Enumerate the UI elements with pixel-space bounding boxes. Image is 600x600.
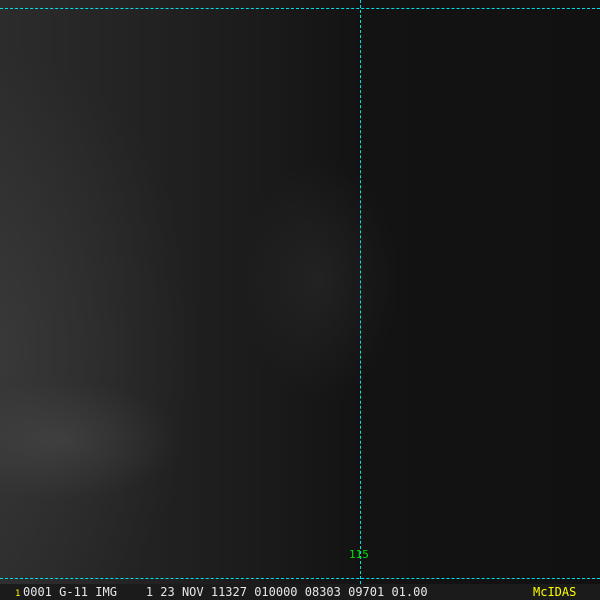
image-info: 0001 G-11 IMG 1 23 NOV 11327 010000 0830… — [23, 585, 428, 599]
status-bar: 1 0001 G-11 IMG 1 23 NOV 11327 010000 08… — [0, 584, 600, 600]
grid-line-top — [0, 8, 600, 9]
frame-number: 1 — [15, 589, 21, 599]
brand-label: McIDAS — [533, 585, 577, 599]
grid-line-bottom — [0, 578, 600, 579]
satellite-image — [0, 0, 600, 584]
longitude-label: 115 — [349, 548, 369, 561]
meridian-line — [360, 0, 361, 584]
mcidas-display: 115 1 0001 G-11 IMG 1 23 NOV 11327 01000… — [0, 0, 600, 600]
